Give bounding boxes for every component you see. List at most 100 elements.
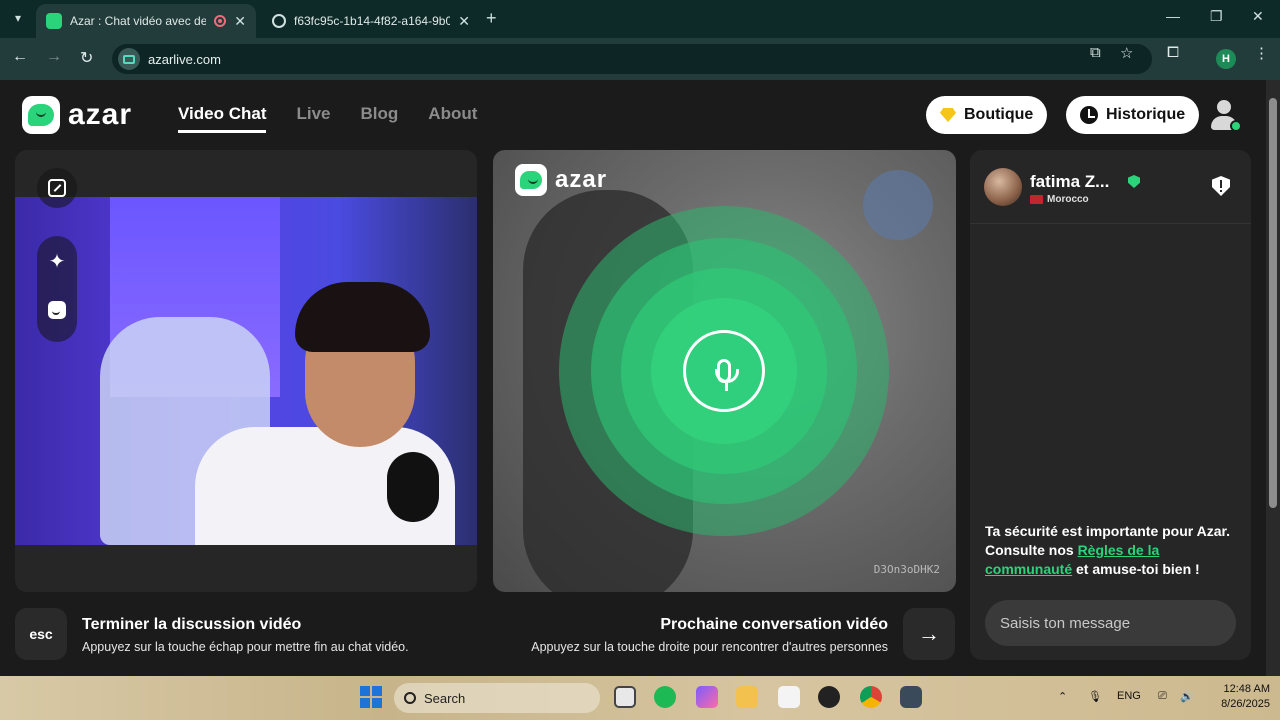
expand-icon — [48, 179, 66, 197]
partner-id-text: D3On3oDHK2 — [873, 563, 940, 576]
safety-text-end: et amuse-toi bien ! — [1072, 561, 1200, 577]
url-text: azarlive.com — [148, 51, 221, 67]
boutique-label: Boutique — [964, 106, 1034, 123]
chrome-profile-icon[interactable] — [900, 686, 922, 708]
restore-icon[interactable]: ❐ — [1210, 8, 1223, 25]
recording-icon — [214, 15, 227, 27]
windows-taskbar: Search ⌃ 🎙 ENG ⎚ 🔊 12:48 AM 8/26/2025 — [0, 676, 1280, 720]
new-tab-button[interactable]: + — [486, 8, 497, 29]
partner-name: fatima Z... — [1030, 172, 1110, 191]
partner-avatar[interactable] — [984, 168, 1022, 206]
clock-time: 12:48 AM — [1223, 683, 1270, 695]
user-profile-icon[interactable] — [1206, 98, 1242, 134]
chat-header: fatima Z... Morocco — [970, 150, 1251, 224]
effects-toolbar: ✦ — [37, 236, 77, 342]
logo-text: azar — [68, 98, 133, 131]
minimize-icon[interactable]: — — [1166, 8, 1180, 24]
close-tab-icon[interactable]: ✕ — [234, 13, 246, 30]
partner-watermark-logo: azar — [515, 164, 607, 196]
online-status-icon — [1230, 120, 1242, 132]
obs-icon[interactable] — [818, 686, 840, 708]
close-tab-icon[interactable]: ✕ — [458, 13, 470, 30]
forward-icon[interactable]: → — [46, 48, 62, 66]
clock-date: 8/26/2025 — [1221, 698, 1270, 710]
microphone-icon — [683, 330, 765, 412]
browser-toolbar: ← → ↻ azarlive.com ⧉ ☆ ⧠ H ⋮ — [0, 38, 1280, 80]
browser-tab-bar: ▾ Azar : Chat vidéo avec de no ✕ f63fc95… — [0, 0, 1280, 38]
next-chat-hint: Prochaine conversation vidéo Appuyez sur… — [531, 616, 888, 654]
install-app-icon[interactable]: ⧉ — [1090, 44, 1101, 61]
tray-chevron-icon[interactable]: ⌃ — [1058, 690, 1067, 703]
tab-second[interactable]: f63fc95c-1b14-4f82-a164-9b0e ✕ — [262, 4, 480, 38]
search-label: Search — [424, 690, 466, 706]
historique-label: Historique — [1106, 106, 1186, 123]
diamond-icon — [940, 108, 956, 122]
main-nav: Video Chat Live Blog About — [178, 104, 477, 133]
partner-country: Morocco — [1030, 194, 1089, 205]
tray-mic-icon[interactable]: 🎙 — [1088, 690, 1102, 703]
reload-icon[interactable]: ↻ — [80, 48, 93, 68]
system-clock[interactable]: 12:48 AM 8/26/2025 — [1206, 682, 1270, 712]
volume-icon[interactable]: 🔊 — [1180, 690, 1194, 703]
message-input[interactable] — [985, 600, 1236, 646]
bookmark-star-icon[interactable]: ☆ — [1120, 44, 1133, 62]
language-indicator[interactable]: ENG — [1117, 690, 1141, 702]
expand-button[interactable] — [37, 168, 77, 208]
tab-title: Azar : Chat vidéo avec de no — [70, 14, 207, 28]
azar-logo-icon — [22, 96, 60, 134]
globe-icon — [272, 14, 286, 28]
end-chat-button[interactable]: esc — [15, 608, 67, 660]
windows-start-icon[interactable] — [360, 686, 382, 708]
menu-icon[interactable]: ⋮ — [1254, 44, 1269, 62]
azar-logo[interactable]: azar — [22, 96, 132, 134]
tab-azar[interactable]: Azar : Chat vidéo avec de no ✕ — [36, 4, 256, 38]
safety-notice: Ta sécurité est importante pour Azar. Co… — [985, 522, 1241, 579]
boutique-button[interactable]: Boutique — [926, 96, 1048, 134]
chrome-icon[interactable] — [860, 686, 882, 708]
azar-favicon-icon — [46, 13, 62, 29]
report-shield-icon[interactable] — [1212, 176, 1230, 196]
nav-blog[interactable]: Blog — [361, 104, 399, 133]
taskbar-search[interactable]: Search — [394, 683, 600, 713]
profile-avatar[interactable]: H — [1216, 49, 1236, 69]
store-icon[interactable] — [778, 686, 800, 708]
next-chat-title: Prochaine conversation vidéo — [660, 616, 888, 633]
next-chat-subtitle: Appuyez sur la touche droite pour rencon… — [531, 640, 888, 654]
azar-page: azar Video Chat Live Blog About Boutique… — [0, 80, 1266, 676]
nav-video-chat[interactable]: Video Chat — [178, 104, 267, 133]
extensions-icon[interactable]: ⧠ — [1167, 44, 1179, 61]
task-view-icon[interactable] — [614, 686, 636, 708]
next-chat-button[interactable]: → — [903, 608, 955, 660]
copilot-icon[interactable] — [696, 686, 718, 708]
azar-logo-icon — [515, 164, 547, 196]
sticker-button[interactable] — [37, 290, 77, 330]
end-chat-title: Terminer la discussion vidéo — [82, 616, 302, 633]
self-video-panel: ✦ — [15, 150, 477, 592]
sparkle-icon: ✦ — [48, 251, 66, 273]
close-window-icon[interactable]: ✕ — [1252, 8, 1264, 25]
chat-panel: fatima Z... Morocco Ta sécurité est impo… — [970, 150, 1251, 660]
file-explorer-icon[interactable] — [736, 686, 758, 708]
verified-badge-icon — [1128, 175, 1140, 188]
back-icon[interactable]: ← — [12, 48, 28, 66]
nav-live[interactable]: Live — [296, 104, 330, 133]
network-icon[interactable]: ⎚ — [1158, 690, 1167, 703]
clock-icon — [1080, 106, 1098, 124]
address-bar[interactable]: azarlive.com — [112, 44, 1152, 74]
partner-video-panel: azar D3On3oDHK2 — [493, 150, 956, 592]
tab-title: f63fc95c-1b14-4f82-a164-9b0e — [294, 14, 451, 28]
morocco-flag-icon — [1030, 195, 1043, 204]
spotify-icon[interactable] — [654, 686, 676, 708]
tab-search-button[interactable]: ▾ — [6, 6, 30, 30]
historique-button[interactable]: Historique — [1066, 96, 1200, 134]
end-chat-subtitle: Appuyez sur la touche échap pour mettre … — [82, 640, 409, 654]
page-scrollbar[interactable] — [1266, 80, 1280, 676]
face-icon — [48, 301, 66, 319]
nav-about[interactable]: About — [428, 104, 477, 133]
self-camera-feed — [15, 197, 477, 545]
watermark-text: azar — [555, 166, 608, 193]
site-info-icon[interactable] — [118, 48, 140, 70]
end-chat-hint: Terminer la discussion vidéo Appuyez sur… — [82, 616, 409, 654]
effects-button[interactable]: ✦ — [37, 242, 77, 282]
country-label: Morocco — [1047, 194, 1089, 205]
